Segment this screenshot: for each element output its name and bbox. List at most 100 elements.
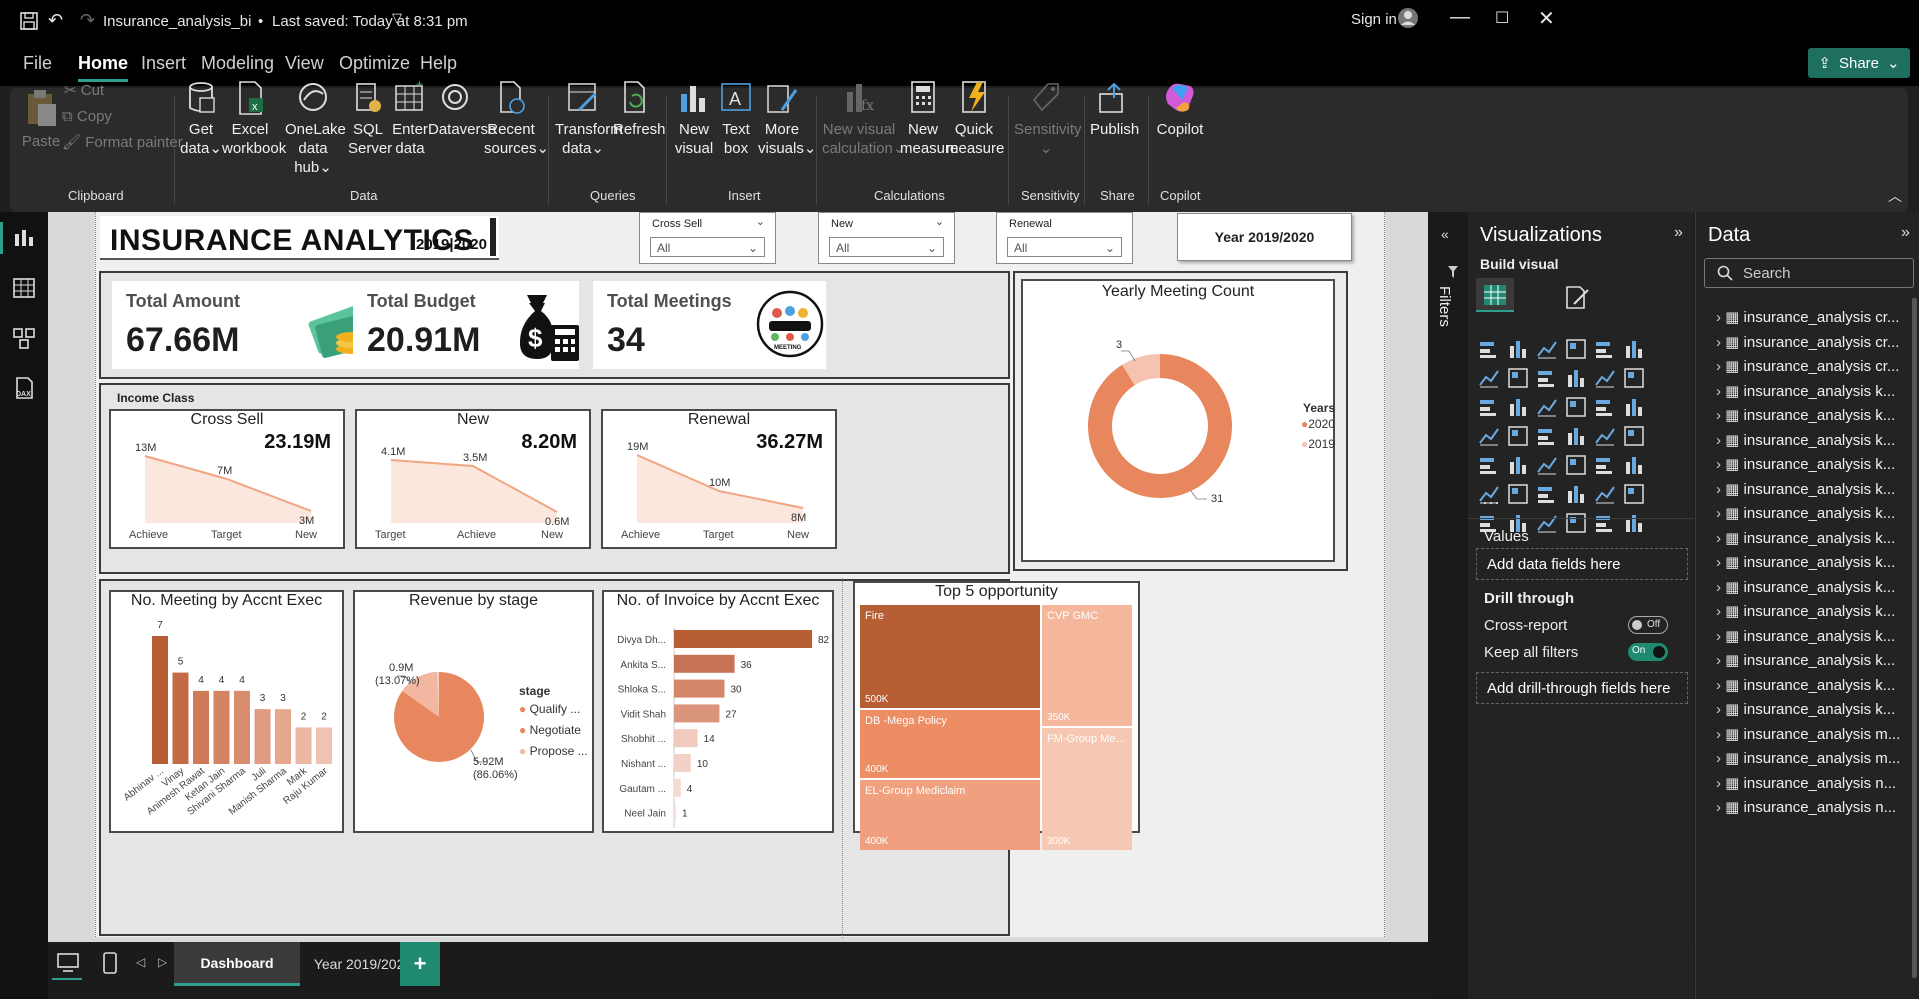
line-icon[interactable] <box>1478 367 1500 389</box>
sql-server-button[interactable]: SQL Server <box>348 80 392 158</box>
clustered-bar-icon[interactable] <box>1536 338 1558 360</box>
treemap-tile-cvp-gmc[interactable]: CVP GMC 350K <box>1042 605 1132 726</box>
minimize-icon[interactable]: — <box>1450 6 1470 29</box>
chevron-right-icon[interactable]: › <box>1716 432 1725 449</box>
data-table-item[interactable]: › ▦ insurance_analysis m... <box>1716 749 1900 767</box>
copilot-button[interactable]: Copilot <box>1152 80 1208 139</box>
funnel-icon[interactable] <box>1536 396 1558 418</box>
add-drill-through-well[interactable]: Add drill-through fields here <box>1476 672 1688 704</box>
cross-sell-slicer[interactable]: Cross Sell ⌄ All ⌄ <box>639 212 776 264</box>
filled-map-icon[interactable] <box>1536 425 1558 447</box>
collapse-ribbon-icon[interactable]: ︿ <box>1888 186 1902 206</box>
recent-sources-button[interactable]: Recent sources⌄ <box>484 80 549 158</box>
quick-measure-button[interactable]: Quick measure <box>946 80 1004 158</box>
chevron-right-icon[interactable]: › <box>1716 309 1725 326</box>
stacked-bar-icon[interactable] <box>1478 338 1500 360</box>
bar[interactable] <box>193 690 209 764</box>
bar[interactable] <box>674 729 698 748</box>
bar[interactable] <box>213 690 230 764</box>
menu-modeling[interactable]: Modeling <box>201 53 274 74</box>
treemap-tile-fire[interactable]: Fire 500K <box>860 605 1040 708</box>
qa-icon[interactable] <box>1565 483 1587 505</box>
prev-page-icon[interactable]: ◁ <box>136 955 145 969</box>
add-page-button[interactable]: + <box>400 942 440 986</box>
mobile-layout-icon[interactable] <box>103 952 117 974</box>
menu-optimize[interactable]: Optimize <box>339 53 410 74</box>
line-column-icon[interactable] <box>1623 367 1645 389</box>
legend-item-qualify[interactable]: ● Qualify ... <box>519 702 588 723</box>
income-card-new[interactable]: New 8.20M 4.1M Target 3.5M Achieve 0.6M New <box>355 409 591 549</box>
chevron-right-icon[interactable]: › <box>1716 554 1725 571</box>
data-table-item[interactable]: › ▦ insurance_analysis k... <box>1716 480 1895 498</box>
text-box-button[interactable]: A Text box <box>718 80 754 158</box>
data-table-item[interactable]: › ▦ insurance_analysis cr... <box>1716 357 1899 375</box>
chevron-right-icon[interactable]: › <box>1716 628 1725 645</box>
new-visual-button[interactable]: New visual <box>672 80 716 158</box>
decomposition-tree-icon[interactable] <box>1536 483 1558 505</box>
bar[interactable] <box>152 636 168 764</box>
goals-icon[interactable] <box>1623 512 1645 534</box>
bar[interactable] <box>674 630 812 648</box>
data-table-item[interactable]: › ▦ insurance_analysis k... <box>1716 578 1895 596</box>
new-slicer[interactable]: New ⌄ All ⌄ <box>818 212 955 264</box>
yearly-meeting-donut[interactable]: Yearly Meeting Count Years ●2020 ●2019 3… <box>1021 279 1335 562</box>
close-icon[interactable]: ✕ <box>1538 6 1555 31</box>
trophy-icon[interactable] <box>1623 483 1645 505</box>
expand-right-icon[interactable]: » <box>1674 224 1683 242</box>
bar[interactable] <box>674 654 735 673</box>
data-table-item[interactable]: › ▦ insurance_analysis k... <box>1716 504 1895 522</box>
data-table-item[interactable]: › ▦ insurance_analysis k... <box>1716 553 1895 571</box>
table-view-icon[interactable] <box>12 276 36 300</box>
menu-home[interactable]: Home <box>78 53 129 82</box>
area-icon[interactable] <box>1507 367 1529 389</box>
multi-row-card-icon[interactable] <box>1478 454 1500 476</box>
menu-file[interactable]: File <box>23 53 52 74</box>
100-bar-icon[interactable] <box>1594 338 1616 360</box>
tab-dashboard[interactable]: Dashboard <box>174 942 300 986</box>
arcgis-icon[interactable] <box>1536 512 1558 534</box>
bar[interactable] <box>295 727 312 764</box>
data-table-item[interactable]: › ▦ insurance_analysis k... <box>1716 382 1895 400</box>
stacked-area-icon[interactable] <box>1536 367 1558 389</box>
waterfall-icon[interactable] <box>1594 367 1616 389</box>
income-card-renewal[interactable]: Renewal 36.27M 19M Achieve 10M Target 8M New <box>601 409 837 549</box>
legend-item-2020[interactable]: ●2020 <box>1301 417 1335 437</box>
data-table-item[interactable]: › ▦ insurance_analysis k... <box>1716 431 1895 449</box>
chevron-right-icon[interactable]: › <box>1716 530 1725 547</box>
add-data-fields-well[interactable]: Add data fields here <box>1476 548 1688 580</box>
more-visuals-button[interactable]: More visuals⌄ <box>758 80 816 158</box>
collapse-left-icon[interactable]: « <box>1441 226 1449 242</box>
slicer-dropdown[interactable]: All ⌄ <box>829 237 944 257</box>
year-nav-button[interactable]: Year 2019/2020 <box>1177 213 1352 261</box>
bar[interactable] <box>275 709 291 764</box>
chevron-right-icon[interactable]: › <box>1716 652 1725 669</box>
data-table-item[interactable]: › ▦ insurance_analysis k... <box>1716 700 1895 718</box>
income-card-cross-sell[interactable]: Cross Sell 23.19M 13M Achieve 7M Target 3M New <box>109 409 345 549</box>
combo-icon[interactable] <box>1507 396 1529 418</box>
bar[interactable] <box>674 803 676 822</box>
model-view-icon[interactable] <box>12 326 36 350</box>
chevron-down-icon[interactable]: ⌄ <box>935 215 944 228</box>
maximize-icon[interactable]: ☐ <box>1495 8 1509 28</box>
bar[interactable] <box>674 704 720 723</box>
treemap-icon[interactable] <box>1478 425 1500 447</box>
share-button[interactable]: ⇪ Share ⌄ <box>1808 48 1910 78</box>
stacked-column-icon[interactable] <box>1507 338 1529 360</box>
chevron-right-icon[interactable]: › <box>1716 775 1725 792</box>
expand-right-icon[interactable]: » <box>1901 224 1910 242</box>
clustered-column-icon[interactable] <box>1565 338 1587 360</box>
legend-item-negotiate[interactable]: ● Negotiate <box>519 723 588 744</box>
ribbon-icon[interactable] <box>1565 367 1587 389</box>
desktop-layout-icon[interactable] <box>57 953 79 973</box>
gauge-icon[interactable] <box>1594 425 1616 447</box>
new-measure-button[interactable]: New measure <box>900 80 958 158</box>
data-table-item[interactable]: › ▦ insurance_analysis k... <box>1716 602 1895 620</box>
top5-treemap[interactable]: Top 5 opportunity Fire 500K DB -Mega Poli… <box>853 581 1140 850</box>
excel-workbook-button[interactable]: x Excel workbook <box>222 80 286 158</box>
chevron-right-icon[interactable]: › <box>1716 407 1725 424</box>
chevron-right-icon[interactable]: › <box>1716 701 1725 718</box>
table-icon[interactable] <box>1565 454 1587 476</box>
menu-help[interactable]: Help <box>420 53 457 74</box>
map-icon[interactable] <box>1507 425 1529 447</box>
smart-narrative-icon[interactable] <box>1594 483 1616 505</box>
